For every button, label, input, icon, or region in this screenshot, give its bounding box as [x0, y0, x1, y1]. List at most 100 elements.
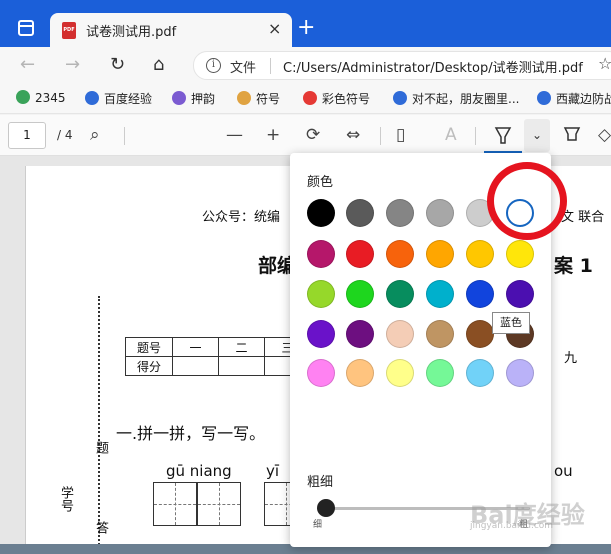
bookmark-xizang[interactable]: 西藏边防战 [537, 90, 611, 107]
color-swatch[interactable] [386, 359, 414, 387]
bookmark-label: 彩色符号 [322, 92, 371, 106]
color-swatch[interactable] [466, 240, 494, 268]
color-swatch[interactable] [346, 359, 374, 387]
fit-page-button[interactable]: ⇔ [346, 124, 360, 146]
bookmark-baidu-jingyan[interactable]: 百度经验 [85, 90, 152, 107]
bookmark-2345[interactable]: 2345 [16, 90, 66, 105]
address-url[interactable]: C:/Users/Administrator/Desktop/试卷测试用.pdf [283, 57, 583, 76]
page-view-icon[interactable]: ▯ [396, 124, 405, 146]
writing-grid-box [153, 482, 197, 526]
toolbar-separator [475, 127, 476, 145]
close-tab-icon[interactable]: × [268, 19, 281, 38]
highlight-icon[interactable] [562, 124, 582, 150]
color-swatch[interactable] [386, 280, 414, 308]
color-swatch[interactable] [346, 280, 374, 308]
color-swatch[interactable] [466, 280, 494, 308]
pdf-file-icon: PDF [62, 22, 76, 39]
zoom-in-button[interactable]: + [266, 124, 280, 146]
zoom-out-button[interactable]: — [226, 124, 243, 146]
color-swatch[interactable] [386, 240, 414, 268]
binding-text-ti: 题 [93, 441, 108, 454]
pen-draw-icon [494, 127, 512, 144]
new-tab-button[interactable]: + [297, 14, 315, 42]
pinyin-text: yī [266, 462, 280, 480]
rotate-icon[interactable]: ⟳ [306, 124, 320, 146]
window-menu-icon[interactable] [18, 20, 34, 36]
tab-title: 试卷测试用.pdf [86, 25, 177, 40]
bookmark-icon [172, 91, 186, 105]
address-file-label: 文件 [230, 61, 257, 76]
table-cell: 得分 [125, 356, 173, 376]
search-icon[interactable]: ⌕ [90, 124, 100, 146]
color-swatch[interactable] [506, 280, 534, 308]
toolbar-separator [380, 127, 381, 145]
read-aloud-button[interactable]: A [445, 124, 457, 146]
bookmark-icon [85, 91, 99, 105]
section-heading: 一.拼一拼，写一写。 [116, 424, 266, 443]
color-swatch[interactable] [426, 199, 454, 227]
color-swatch[interactable] [426, 359, 454, 387]
doc-title-right: 案 1 [554, 255, 593, 277]
color-swatch[interactable] [466, 359, 494, 387]
color-swatch[interactable] [346, 240, 374, 268]
bookmark-label: 西藏边防战 [556, 92, 611, 106]
color-swatch[interactable] [346, 199, 374, 227]
back-button[interactable]: ← [20, 53, 35, 77]
color-swatch[interactable] [426, 240, 454, 268]
highlighter-icon [563, 127, 581, 141]
bookmark-pengyouquan[interactable]: 对不起，朋友圈里... [393, 90, 519, 107]
eraser-icon[interactable]: ◇ [598, 124, 611, 146]
navigation-bar: ← → ↻ ⌂ i 文件 C:/Users/Administrator/Desk… [0, 47, 611, 84]
color-swatch[interactable] [426, 280, 454, 308]
annotation-red-circle [487, 162, 567, 240]
pinyin-text: ou [554, 462, 573, 480]
color-swatch[interactable] [506, 359, 534, 387]
page-total: / 4 [57, 128, 73, 142]
binding-text-da: 答 [93, 521, 108, 534]
address-bar[interactable]: i 文件 C:/Users/Administrator/Desktop/试卷测试… [193, 51, 611, 80]
color-swatch[interactable] [307, 240, 335, 268]
color-swatch[interactable] [466, 320, 494, 348]
info-icon[interactable]: i [206, 58, 221, 73]
table-cell: 一 [172, 337, 219, 357]
bookmark-fuhao[interactable]: 符号 [237, 90, 280, 107]
thickness-slider-thumb[interactable] [317, 499, 335, 517]
color-swatch[interactable] [386, 320, 414, 348]
pdf-toolbar: 1 / 4 ⌕ — + ⟳ ⇔ ▯ A ⌄ ◇ [0, 115, 611, 156]
binding-dotted-line [98, 296, 100, 544]
color-swatch[interactable] [307, 280, 335, 308]
color-swatch[interactable] [506, 240, 534, 268]
color-swatch[interactable] [386, 199, 414, 227]
thickness-section-label: 粗细 [307, 475, 334, 490]
thin-label: 细 [313, 520, 323, 530]
forward-button[interactable]: → [65, 53, 80, 77]
table-cell: 二 [218, 337, 265, 357]
color-swatch[interactable] [426, 320, 454, 348]
page-number-input[interactable]: 1 [8, 122, 46, 149]
color-tooltip: 蓝色 [492, 312, 530, 334]
doc-header: 公众号：统编 [202, 210, 281, 225]
bookmark-caise-fuhao[interactable]: 彩色符号 [303, 90, 370, 107]
refresh-button[interactable]: ↻ [110, 53, 125, 77]
bookmark-label: 2345 [35, 91, 66, 105]
pinyin-text: gū niang [166, 462, 232, 480]
bookmark-icon [393, 91, 407, 105]
bookmark-label: 押韵 [191, 92, 216, 106]
draw-options-chevron[interactable]: ⌄ [524, 119, 550, 152]
bookmark-icon [16, 90, 30, 104]
color-swatch[interactable] [307, 199, 335, 227]
draw-tool-button[interactable] [484, 117, 522, 153]
home-button[interactable]: ⌂ [153, 53, 164, 77]
color-swatch[interactable] [307, 359, 335, 387]
writing-grid-box [197, 482, 241, 526]
table-row: 题号 一 二 三 [125, 337, 311, 357]
color-section-label: 颜色 [307, 175, 334, 190]
student-number-label: 学号 [58, 486, 73, 512]
table-cell [218, 356, 265, 376]
color-swatch[interactable] [346, 320, 374, 348]
bookmark-yayun[interactable]: 押韵 [172, 90, 215, 107]
color-swatch[interactable] [307, 320, 335, 348]
favorite-star-icon[interactable]: ☆ [598, 54, 611, 73]
tab-active[interactable]: PDF 试卷测试用.pdf × [50, 13, 292, 47]
table-cell: 题号 [125, 337, 173, 357]
